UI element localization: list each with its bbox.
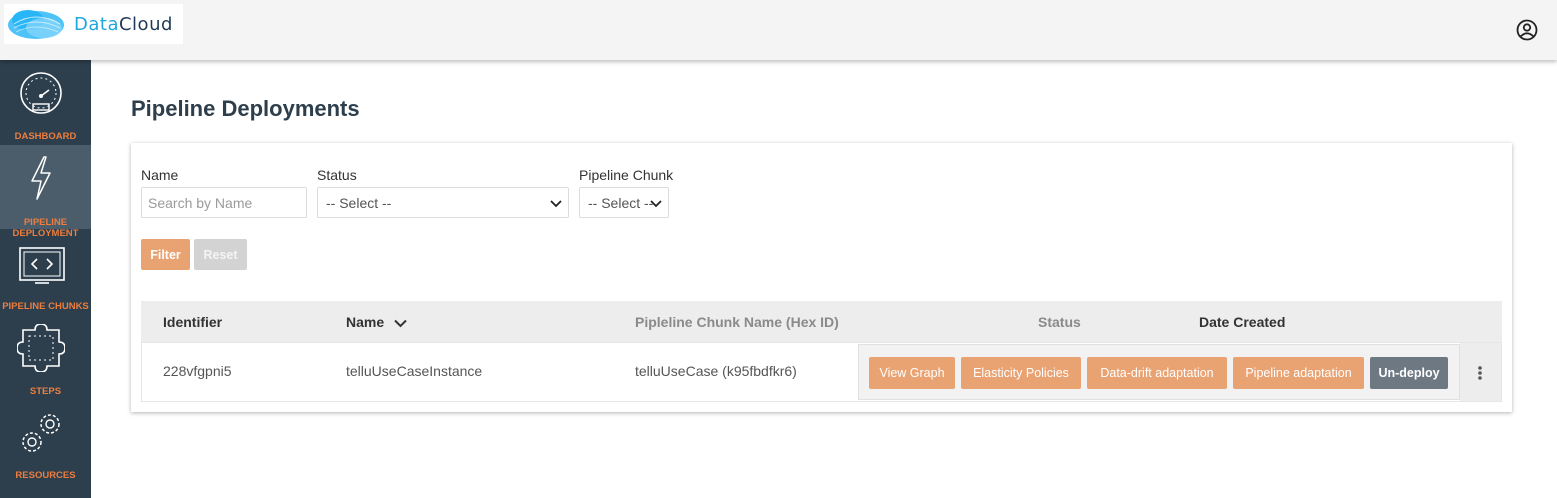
pipeline-chunk-select[interactable]: -- Select --: [579, 187, 669, 218]
code-window-icon: [19, 247, 65, 284]
name-filter-label: Name: [141, 167, 179, 183]
status-select[interactable]: -- Select --: [317, 187, 569, 218]
pipeline-adaptation-button[interactable]: Pipeline adaptation: [1233, 357, 1364, 389]
gauge-icon: [20, 72, 62, 114]
row-actions: View Graph Elasticity Policies Data-drif…: [858, 344, 1460, 400]
cloud-logo-icon: [8, 10, 64, 39]
sidebar-item-pipeline-chunks[interactable]: PIPELINE CHUNKS: [0, 241, 91, 316]
logo-text: DataCloud: [74, 14, 173, 35]
undeploy-button[interactable]: Un-deploy: [1370, 357, 1448, 389]
lightning-icon: [31, 156, 51, 200]
page-title: Pipeline Deployments: [131, 96, 360, 121]
sidebar-item-dashboard[interactable]: DASHBOARD: [0, 60, 91, 145]
logo-text-cloud: Cloud: [118, 13, 173, 35]
sidebar-item-label: DASHBOARD: [14, 131, 77, 142]
filter-button[interactable]: Filter: [141, 239, 190, 270]
reset-button[interactable]: Reset: [194, 239, 247, 270]
datacloud-logo[interactable]: DataCloud: [4, 4, 183, 44]
deployments-card: Name Status -- Select -- Pipeline Chunk …: [131, 143, 1512, 412]
column-header-status[interactable]: Status: [1038, 314, 1081, 330]
sidebar-item-steps[interactable]: STEPS: [0, 322, 91, 402]
user-account-button[interactable]: [1516, 19, 1538, 41]
sidebar-item-pipeline-deployment[interactable]: PIPELINE DEPLOYMENT: [0, 145, 91, 239]
sidebar-item-label: PIPELINE: [23, 217, 68, 228]
user-circle-icon: [1516, 19, 1538, 41]
chunk-filter-label: Pipeline Chunk: [579, 167, 674, 183]
row-menu-cell: [1460, 343, 1501, 401]
column-header-name-label: Name: [346, 314, 385, 330]
chevron-down-icon: [650, 200, 662, 208]
sidebar-item-label: RESOURCES: [15, 470, 76, 481]
column-header-identifier[interactable]: Identifier: [163, 314, 222, 330]
puzzle-icon: [17, 324, 65, 372]
sidebar: DASHBOARD PIPELINE DEPLOYMENT PIPELINE C…: [0, 60, 91, 498]
sidebar-item-label: STEPS: [29, 386, 62, 397]
chunk-select-value: -- Select --: [588, 194, 654, 211]
name-search-input[interactable]: [141, 187, 307, 218]
table-row: 228vfgpni5 telluUseCaseInstance telluUse…: [141, 342, 1502, 402]
data-drift-adaptation-button[interactable]: Data-drift adaptation: [1087, 357, 1227, 389]
table-header: Identifier Name Pipleline Chunk Name (He…: [141, 301, 1502, 342]
chevron-down-icon: [550, 200, 562, 208]
status-filter-label: Status: [317, 167, 357, 183]
logo-text-data: Data: [74, 13, 119, 35]
status-select-value: -- Select --: [326, 194, 392, 211]
view-graph-button[interactable]: View Graph: [869, 357, 955, 389]
column-header-chunk[interactable]: Pipleline Chunk Name (Hex ID): [635, 314, 839, 330]
cell-identifier: 228vfgpni5: [163, 363, 232, 379]
column-header-date[interactable]: Date Created: [1199, 314, 1285, 330]
sidebar-item-label: PIPELINE CHUNKS: [2, 301, 89, 312]
sidebar-item-label-2: DEPLOYMENT: [12, 228, 79, 239]
top-bar: DataCloud: [0, 0, 1557, 60]
cell-chunk: telluUseCase (k95fbdfkr6): [635, 363, 797, 379]
more-vertical-icon[interactable]: [1477, 365, 1483, 381]
sort-chevron-down-icon: [394, 319, 407, 328]
column-header-name[interactable]: Name: [346, 314, 407, 330]
cell-name: telluUseCaseInstance: [346, 363, 483, 379]
sidebar-item-resources[interactable]: RESOURCES: [0, 406, 91, 486]
elasticity-policies-button[interactable]: Elasticity Policies: [961, 357, 1081, 389]
gears-icon: [22, 414, 60, 452]
